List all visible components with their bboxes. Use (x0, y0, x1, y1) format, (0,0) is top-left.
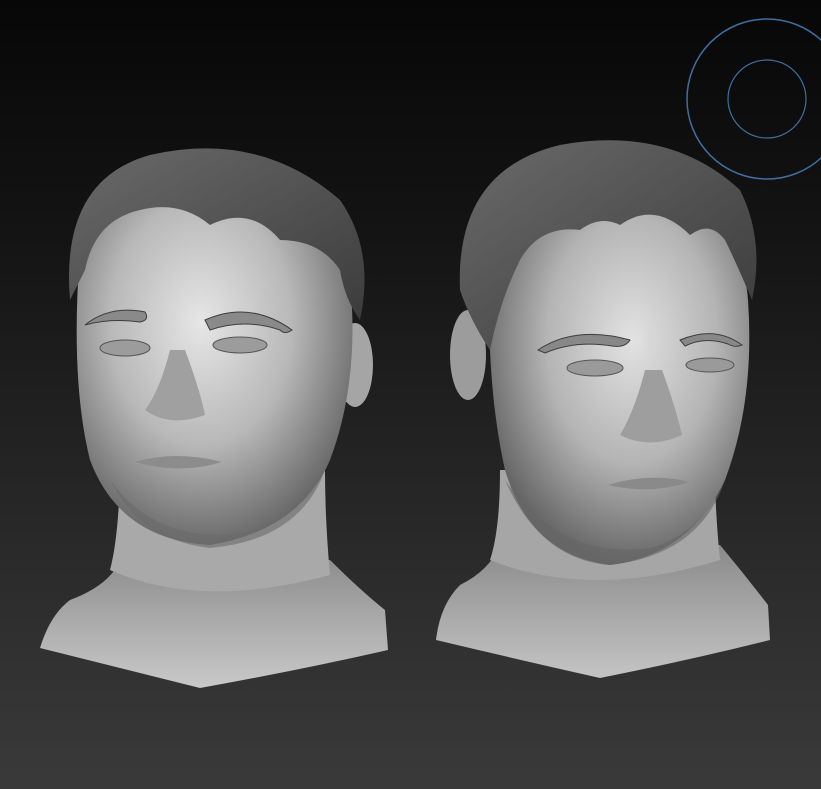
sculpt-viewport[interactable] (0, 0, 821, 789)
brush-outer-radius (686, 18, 821, 180)
brush-inner-radius (727, 59, 807, 139)
brush-radius-circle-icon[interactable] (0, 0, 821, 789)
